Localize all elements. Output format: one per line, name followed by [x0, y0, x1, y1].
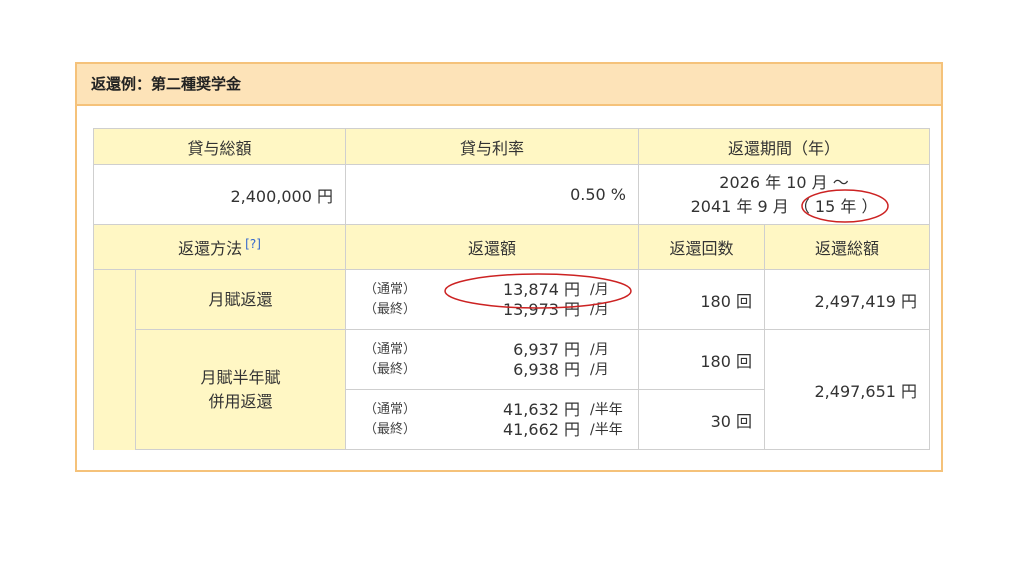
repayment-period-header: 返還期間（年） — [638, 128, 931, 165]
monthly-total: 2,497,419 円 — [764, 269, 931, 330]
period-end-line: 2041 年 9 月 （ 15 年 ） — [640, 195, 928, 219]
combined-half-normal-amount: 41,632 円 — [502, 399, 581, 419]
kind-label: （通常） — [364, 341, 417, 357]
monthly-normal-line: （通常） 13,874 円 /月 — [364, 280, 628, 300]
combined-monthly-final-amount: 6,938 円 — [513, 359, 581, 379]
period-start: 2026 年 10 月 ～ — [719, 172, 849, 192]
combined-monthly-count: 180 回 — [638, 329, 766, 390]
loan-header-row: 貸与総額 貸与利率 返還期間（年） — [92, 128, 931, 165]
combined-half-amount-cell: （通常） 41,632 円 /半年 （最終） 41,662 円 /半年 — [345, 389, 640, 450]
monthly-normal-amount: 13,874 円 — [502, 279, 581, 299]
kind-label: （最終） — [364, 361, 417, 377]
unit-label: /月 — [590, 361, 609, 378]
combined-label-line1: 月賦半年賦 — [200, 367, 281, 387]
panel-title: 返還例：第二種奨学金 — [77, 64, 941, 106]
monthly-count: 180 回 — [638, 269, 766, 330]
kind-label: （通常） — [364, 401, 417, 417]
loan-rate-value: 0.50 % — [345, 164, 640, 225]
combined-label: 月賦半年賦 併用返還 — [134, 329, 347, 450]
combined-half-count: 30 回 — [638, 389, 766, 450]
combined-monthly-row: 月賦半年賦 併用返還 （通常） 6,937 円 /月 （最終） 6,938 円 … — [94, 329, 931, 450]
combined-monthly-normal-line: （通常） 6,937 円 /月 — [364, 340, 628, 360]
help-link[interactable]: [?] — [245, 237, 261, 251]
loan-rate-header: 貸与利率 — [345, 128, 640, 165]
repayment-period-value: 2026 年 10 月 ～ 2041 年 9 月 （ 15 年 ） — [638, 164, 931, 225]
combined-half-final-line: （最終） 41,662 円 /半年 — [364, 420, 628, 440]
kind-label: （最終） — [364, 421, 417, 437]
loan-total-header: 貸与総額 — [92, 128, 347, 165]
loan-values-row: 2,400,000 円 0.50 % 2026 年 10 月 ～ 2041 年 … — [92, 164, 931, 225]
combined-total: 2,497,651 円 — [764, 329, 931, 450]
kind-label: （最終） — [364, 301, 417, 317]
unit-label: /半年 — [590, 401, 623, 418]
combined-monthly-final-line: （最終） 6,938 円 /月 — [364, 360, 628, 380]
repayment-table: 貸与総額 貸与利率 返還期間（年） 2,400,000 円 0.50 % 202… — [92, 128, 931, 450]
monthly-final-line: （最終） 13,973 円 /月 — [364, 300, 628, 320]
combined-label-line2: 併用返還 — [208, 391, 273, 411]
monthly-label: 月賦返還 — [134, 269, 347, 330]
combined-monthly-amount-cell: （通常） 6,937 円 /月 （最終） 6,938 円 /月 — [345, 329, 640, 390]
repay-amount-header: 返還額 — [345, 224, 640, 270]
monthly-final-amount: 13,973 円 — [502, 299, 581, 319]
unit-label: /半年 — [590, 421, 623, 438]
combined-half-normal-line: （通常） 41,632 円 /半年 — [364, 400, 628, 420]
unit-label: /月 — [590, 281, 609, 298]
method-indent-cell — [93, 269, 136, 450]
repay-method-label: 返還方法 — [178, 239, 243, 258]
combined-monthly-normal-amount: 6,937 円 — [513, 339, 581, 359]
period-end: 2041 年 9 月 — [690, 196, 789, 216]
repay-total-header: 返還総額 — [764, 224, 931, 270]
loan-total-value: 2,400,000 円 — [92, 164, 347, 225]
repay-count-header: 返還回数 — [638, 224, 766, 270]
monthly-row: 月賦返還 （通常） 13,874 円 /月 （最終） 13,973 円 /月 1… — [93, 269, 931, 450]
repay-method-header: 返還方法 [?] — [92, 224, 347, 270]
unit-label: /月 — [590, 341, 609, 358]
period-years: （ 15 年 ） — [793, 196, 878, 216]
combined-half-final-amount: 41,662 円 — [502, 419, 581, 439]
kind-label: （通常） — [364, 281, 417, 297]
repay-header-row: 返還方法 [?] 返還額 返還回数 返還総額 — [92, 224, 931, 270]
monthly-amount-cell: （通常） 13,874 円 /月 （最終） 13,973 円 /月 — [345, 269, 640, 330]
repayment-example-panel: 返還例：第二種奨学金 貸与総額 貸与利率 返還期間（年） 2,400,000 円… — [75, 62, 943, 472]
unit-label: /月 — [590, 301, 609, 318]
